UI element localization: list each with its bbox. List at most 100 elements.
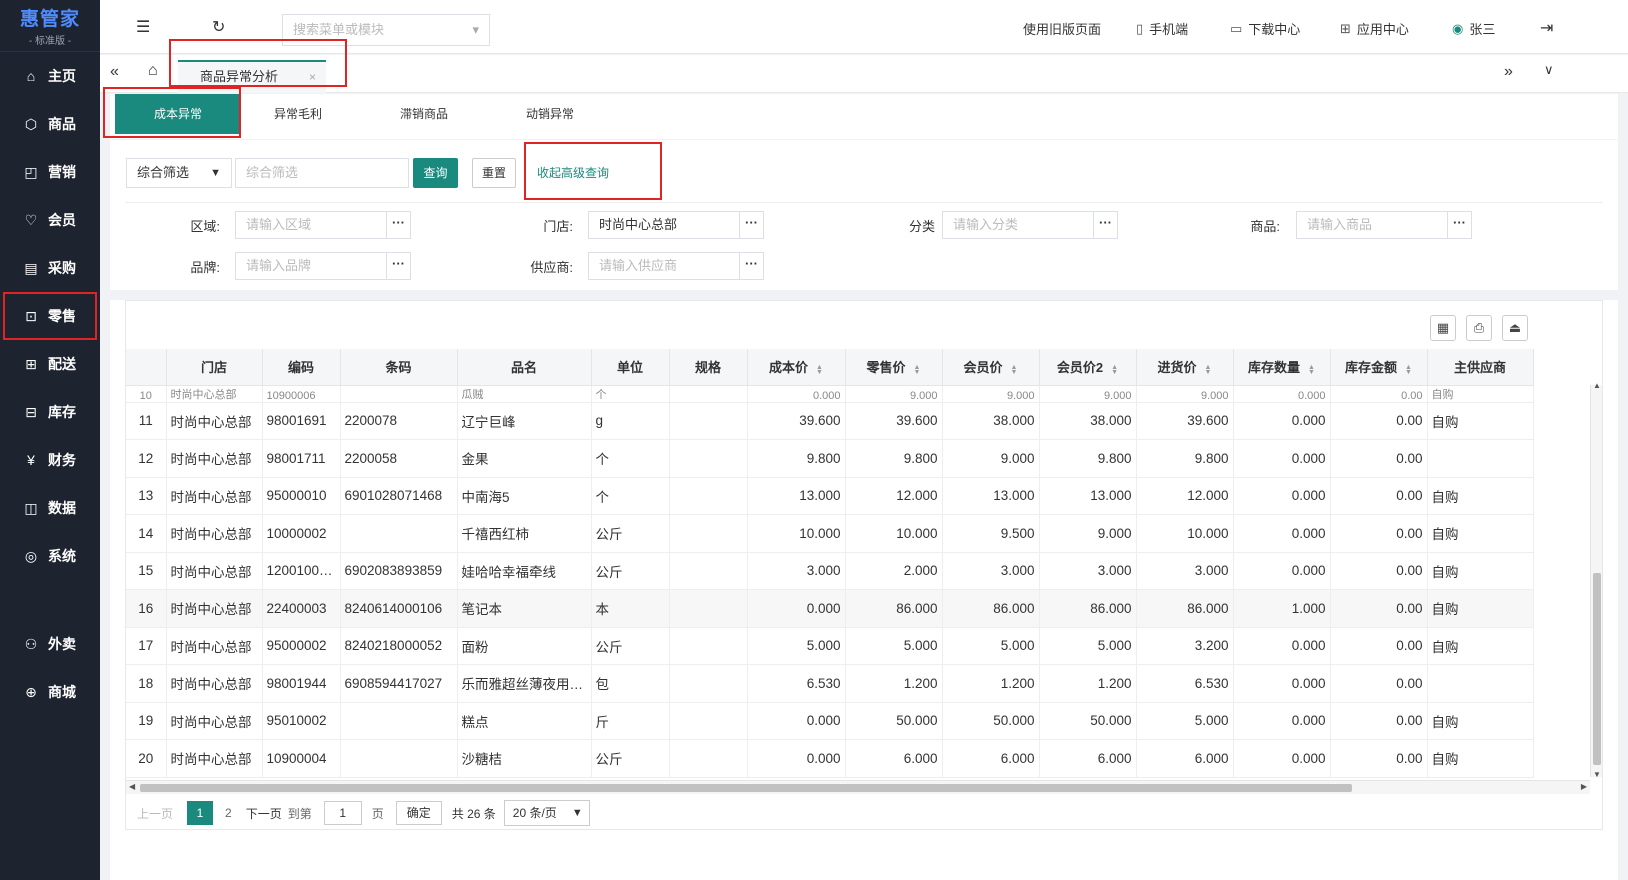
reset-button[interactable]: 重置 xyxy=(472,158,516,188)
download-center-link[interactable]: ▭ 下载中心 xyxy=(1230,19,1300,38)
sidebar-item-7[interactable]: ⊟ 库存 xyxy=(0,388,100,436)
tab-slow-moving[interactable]: 滞销商品 xyxy=(396,94,452,134)
old-page-link[interactable]: 使用旧版页面 xyxy=(1023,19,1101,38)
tab-product-anomaly[interactable]: 商品异常分析 × xyxy=(178,60,326,93)
more-icon[interactable]: ··· xyxy=(1093,212,1117,238)
product-field[interactable]: 请输入商品 ··· xyxy=(1296,211,1472,239)
confirm-button[interactable]: 确定 xyxy=(395,801,442,825)
more-icon[interactable]: ··· xyxy=(386,253,410,279)
column-header[interactable]: 单位 xyxy=(591,349,670,386)
column-header[interactable]: 会员价2 ▲▼ xyxy=(1039,349,1137,386)
user-menu[interactable]: ◉ 张三 xyxy=(1452,19,1495,38)
column-header[interactable]: 规格 xyxy=(669,349,748,386)
tab-abnormal-margin[interactable]: 异常毛利 xyxy=(270,94,326,134)
tabs-scroll-left-icon[interactable]: « xyxy=(110,63,119,81)
table-row[interactable]: 18 时尚中心总部 98001944 6908594417027 乐而雅超丝薄夜用… 包 6… xyxy=(126,664,1534,703)
more-icon[interactable]: ··· xyxy=(739,212,763,238)
horizontal-scrollbar[interactable]: ◀ ▶ xyxy=(126,780,1590,794)
region-field[interactable]: 请输入区域 ··· xyxy=(235,211,411,239)
scroll-up-icon[interactable]: ▲ xyxy=(1593,381,1601,390)
sidebar-item-6[interactable]: ⊞ 配送 xyxy=(0,340,100,388)
more-icon[interactable]: ··· xyxy=(739,253,763,279)
filter-input[interactable]: 综合筛选 xyxy=(235,158,409,188)
table-row[interactable]: 15 时尚中心总部 1200100… 6902083893859 娃哈哈幸福牵线 公斤 3.… xyxy=(126,552,1534,590)
supplier-field[interactable]: 请输入供应商 ··· xyxy=(588,252,764,280)
sidebar-item-12[interactable]: ⊕ 商城 xyxy=(0,668,100,716)
sort-icon[interactable]: ▲▼ xyxy=(1308,364,1315,374)
table-row[interactable]: 10 时尚中心总部 10900006 瓜贼个 0.000 9.000 9.000 9.000 9… xyxy=(126,385,1534,403)
page-1-button[interactable]: 1 xyxy=(187,801,214,825)
scroll-thumb[interactable] xyxy=(140,784,1352,792)
brand-field[interactable]: 请输入品牌 ··· xyxy=(235,252,411,280)
refresh-icon[interactable]: ↻ xyxy=(212,17,225,37)
table-row[interactable]: 12 时尚中心总部 98001711 2200058 金果个 9.800 9.800 9.00… xyxy=(126,439,1534,478)
sort-icon[interactable]: ▲▼ xyxy=(914,364,921,374)
sidebar-item-9[interactable]: ◫ 数据 xyxy=(0,484,100,532)
scroll-right-icon[interactable]: ▶ xyxy=(1581,782,1587,791)
app-center-link[interactable]: ⊞ 应用中心 xyxy=(1340,19,1409,38)
column-header[interactable]: 库存数量 ▲▼ xyxy=(1233,349,1331,386)
sort-icon[interactable]: ▲▼ xyxy=(1011,364,1018,374)
more-icon[interactable]: ··· xyxy=(386,212,410,238)
collapse-advanced-link[interactable]: 收起高级查询 xyxy=(537,164,609,181)
sidebar-item-11[interactable]: ⚇ 外卖 xyxy=(0,620,100,668)
menu-toggle-icon[interactable]: ☰ xyxy=(136,17,150,37)
tabs-scroll-right-icon[interactable]: » xyxy=(1504,63,1513,81)
column-header[interactable]: 零售价 ▲▼ xyxy=(845,349,943,386)
chevron-down-icon[interactable]: ∨ xyxy=(1544,62,1554,78)
sort-icon[interactable]: ▲▼ xyxy=(816,364,823,374)
table-row[interactable]: 14 时尚中心总部 10000002 千禧西红柿 公斤 10.000 10.000 9.500… xyxy=(126,514,1534,553)
more-icon[interactable]: ··· xyxy=(1447,212,1471,238)
scroll-left-icon[interactable]: ◀ xyxy=(129,782,135,791)
tab-cost-anomaly[interactable]: 成本异常 xyxy=(115,94,241,134)
filter-type-select[interactable]: 综合筛选 ▼ xyxy=(126,158,232,188)
tab-sales-anomaly[interactable]: 动销异常 xyxy=(522,94,578,134)
vertical-scrollbar[interactable]: ▲ ▼ xyxy=(1590,381,1602,779)
column-header[interactable]: 编码 xyxy=(262,349,341,386)
sidebar-item-8[interactable]: ¥ 财务 xyxy=(0,436,100,484)
page-size-select[interactable]: 20 条/页 ▼ xyxy=(503,800,590,826)
page-jump-input[interactable]: 1 xyxy=(323,801,362,825)
sidebar-item-3[interactable]: ♡ 会员 xyxy=(0,196,100,244)
menu-search-input[interactable]: 搜索菜单或模块 ▾ xyxy=(282,14,490,46)
column-header[interactable]: 库存金额 ▲▼ xyxy=(1330,349,1428,386)
category-field[interactable]: 请输入分类 ··· xyxy=(942,211,1118,239)
close-icon[interactable]: × xyxy=(309,62,316,92)
table-row[interactable]: 19 时尚中心总部 95010002 糕点斤 0.000 50.000 50.000 50.0… xyxy=(126,702,1534,740)
page-2-button[interactable]: 2 xyxy=(225,806,232,820)
export-icon[interactable]: ⏏ xyxy=(1502,315,1528,341)
table-row[interactable]: 17 时尚中心总部 95000002 8240218000052 面粉 公斤 5.000 5.… xyxy=(126,627,1534,665)
mobile-link[interactable]: ▯ 手机端 xyxy=(1136,19,1188,38)
print-icon[interactable]: ⎙ xyxy=(1466,315,1492,341)
column-header[interactable]: 会员价 ▲▼ xyxy=(942,349,1040,386)
prev-page-button[interactable]: 上一页 xyxy=(137,805,173,822)
sort-icon[interactable]: ▲▼ xyxy=(1111,364,1118,374)
sidebar-item-1[interactable]: ⬡ 商品 xyxy=(0,100,100,148)
column-header[interactable]: 门店 xyxy=(166,349,263,386)
store-field[interactable]: 时尚中心总部 ··· xyxy=(588,211,764,239)
column-header[interactable]: 主供应商 xyxy=(1427,349,1534,386)
query-button[interactable]: 查询 xyxy=(413,158,458,188)
sidebar-item-10[interactable]: ◎ 系统 xyxy=(0,532,100,580)
sort-icon[interactable]: ▲▼ xyxy=(1405,364,1412,374)
scroll-thumb[interactable] xyxy=(1593,573,1601,765)
table-row[interactable]: 13 时尚中心总部 95000010 6901028071468 中南海5 个 13.000… xyxy=(126,477,1534,515)
table-row[interactable]: 20 时尚中心总部 10900004 沙糖桔 公斤 0.000 6.000 6.000 6.00… xyxy=(126,739,1534,778)
sidebar-item-2[interactable]: ◰ 营销 xyxy=(0,148,100,196)
table-row[interactable]: 11 时尚中心总部 98001691 2200078 辽宁巨峰 g 39.600 39.600… xyxy=(126,402,1534,440)
logout-icon[interactable]: ⇥ xyxy=(1540,18,1553,38)
column-header[interactable] xyxy=(126,349,167,386)
column-header[interactable]: 进货价 ▲▼ xyxy=(1136,349,1234,386)
column-header[interactable]: 品名 xyxy=(457,349,592,386)
sidebar-item-4[interactable]: ▤ 采购 xyxy=(0,244,100,292)
table-row[interactable]: 16 时尚中心总部 22400003 8240614000106 笔记本本 0.000 86… xyxy=(126,589,1534,628)
sidebar-item-5[interactable]: ⊡ 零售 xyxy=(3,292,97,340)
column-header[interactable]: 条码 xyxy=(340,349,458,386)
sidebar-item-0[interactable]: ⌂ 主页 xyxy=(0,52,100,100)
scroll-down-icon[interactable]: ▼ xyxy=(1593,770,1601,779)
next-page-button[interactable]: 下一页 xyxy=(246,805,282,822)
home-tab-icon[interactable]: ⌂ xyxy=(148,62,158,80)
logo[interactable]: 惠管家 - 标准版 - xyxy=(0,0,100,52)
column-settings-icon[interactable]: ▦ xyxy=(1430,315,1456,341)
sort-icon[interactable]: ▲▼ xyxy=(1205,364,1212,374)
